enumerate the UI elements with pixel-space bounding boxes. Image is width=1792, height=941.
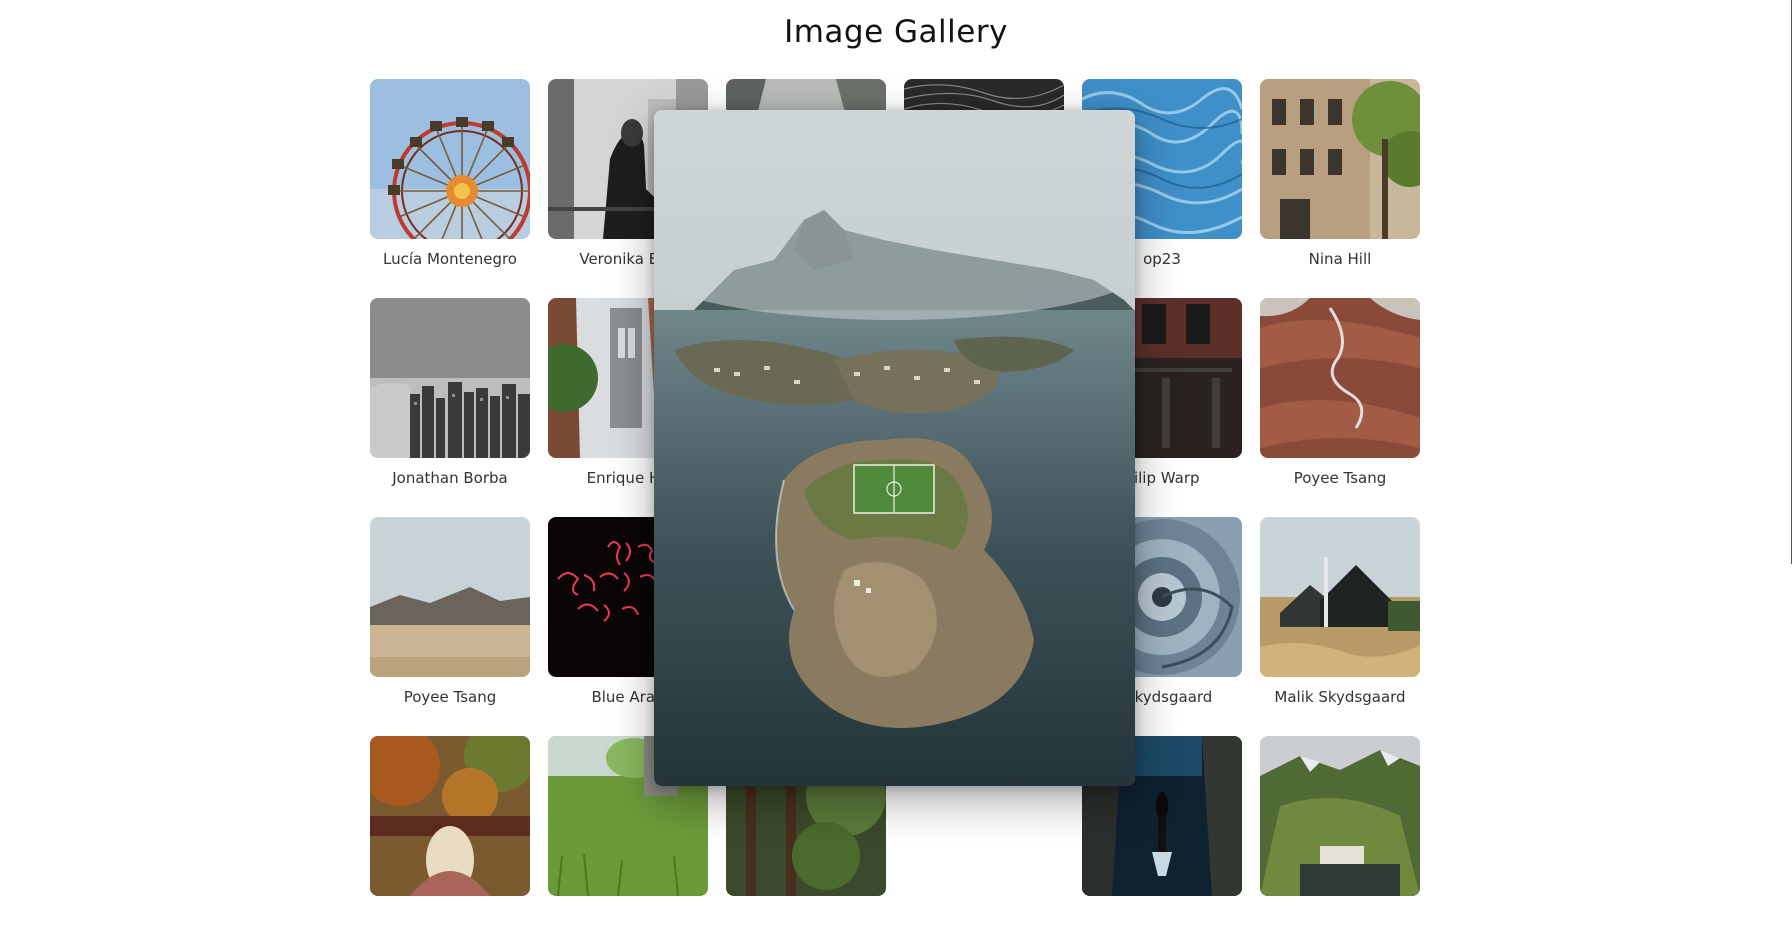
gallery-item-black-house[interactable]: Malik Skydsgaard xyxy=(1260,517,1420,722)
gallery-item-caption: Jonathan Borba xyxy=(392,469,508,487)
gallery-item-ferris-wheel[interactable]: Lucía Montenegro xyxy=(370,79,530,284)
gallery-item-caption: Lucía Montenegro xyxy=(383,250,517,268)
lightbox-image-viewer[interactable] xyxy=(654,110,1135,786)
gallery-item-caption: Poyee Tsang xyxy=(403,688,497,706)
mountain-valley-photo xyxy=(1260,736,1420,896)
gallery-item-coastal-city[interactable]: Jonathan Borba xyxy=(370,298,530,503)
gallery-item-caption: Poyee Tsang xyxy=(1293,469,1387,487)
red-terrain-aerial-photo xyxy=(1260,298,1420,458)
brownstone-building-photo xyxy=(1260,79,1420,239)
gallery-item-caption: Malik Skydsgaard xyxy=(1274,688,1406,706)
black-house-photo xyxy=(1260,517,1420,677)
ferris-wheel-photo xyxy=(370,79,530,239)
gallery-item-autumn-woman[interactable] xyxy=(370,736,530,941)
coastal-city-bw-photo xyxy=(370,298,530,458)
gallery-item-red-terrain[interactable]: Poyee Tsang xyxy=(1260,298,1420,503)
island-aerial-photo xyxy=(654,110,1135,786)
autumn-woman-photo xyxy=(370,736,530,896)
gallery-item-caption: Nina Hill xyxy=(1308,250,1372,268)
gallery-item-mountain-valley[interactable] xyxy=(1260,736,1420,941)
desert-hills-photo xyxy=(370,517,530,677)
gallery-item-brownstone[interactable]: Nina Hill xyxy=(1260,79,1420,284)
gallery-item-desert-hills[interactable]: Poyee Tsang xyxy=(370,517,530,722)
